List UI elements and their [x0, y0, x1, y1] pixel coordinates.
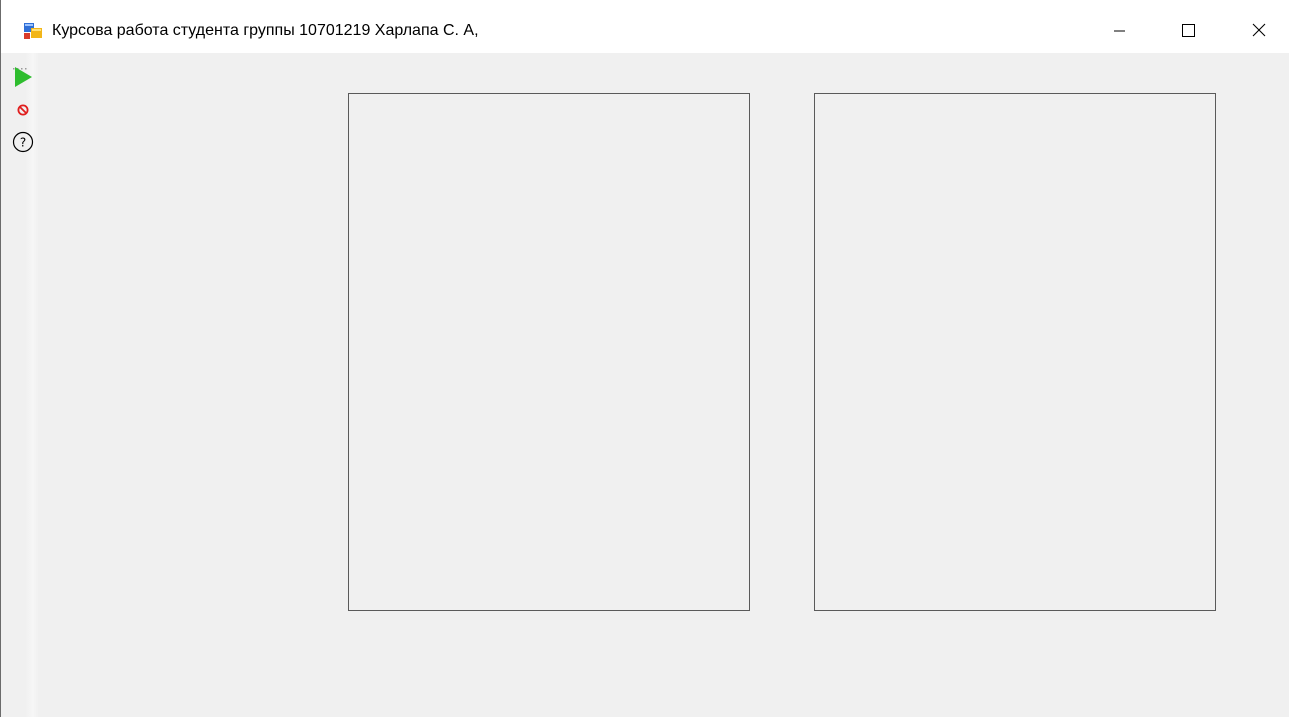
svg-text:?: ?: [20, 135, 26, 149]
window-title: Курсова работа студента группы 10701219 …: [52, 22, 479, 39]
app-window: Курсова работа студента группы 10701219 …: [0, 0, 1289, 717]
close-button[interactable]: [1236, 7, 1282, 53]
start-button[interactable]: [11, 66, 35, 93]
right-picture-panel[interactable]: [814, 93, 1216, 611]
maximize-icon: [1181, 23, 1195, 37]
minimize-icon: [1113, 24, 1125, 36]
title-bar[interactable]: Курсова работа студента группы 10701219 …: [1, 0, 1289, 53]
minimize-button[interactable]: [1096, 7, 1142, 53]
help-icon: ?: [12, 131, 34, 158]
play-icon: [13, 66, 33, 93]
maximize-button[interactable]: [1165, 7, 1211, 53]
toolbar-grip-icon[interactable]: [13, 57, 33, 70]
close-icon: [1252, 23, 1266, 37]
left-picture-panel[interactable]: [348, 93, 750, 611]
toolbar: ?: [1, 53, 39, 717]
app-icon: [24, 23, 42, 39]
stop-icon: [17, 103, 29, 121]
stop-button[interactable]: [11, 100, 35, 124]
help-button[interactable]: ?: [11, 131, 35, 158]
client-area: ?: [1, 53, 1289, 717]
